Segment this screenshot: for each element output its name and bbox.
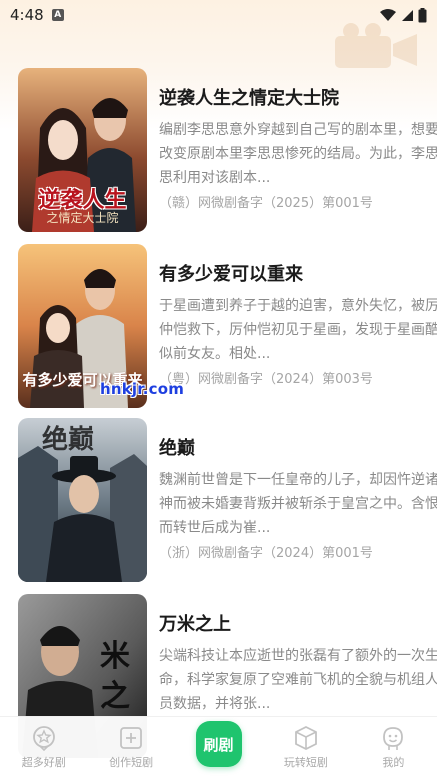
- add-square-icon: [120, 727, 143, 749]
- signal-icon: [402, 9, 413, 21]
- drama-card[interactable]: 绝巅 绝巅 魏渊前世曾是下一任皇帝的儿子，却因忤逆诸神而被未婚妻背叛并被斩杀于皇…: [18, 418, 437, 582]
- tab-explore[interactable]: 玩转短剧: [262, 717, 349, 776]
- drama-card[interactable]: 逆袭人生 之情定大士院 逆袭人生之情定大士院 编剧李思思意外穿越到自己写的剧本里…: [18, 68, 437, 232]
- drama-info: 万米之上 尖端科技让本应逝世的张磊有了额外的一次生命，科学家复原了空难前飞机的全…: [159, 594, 437, 716]
- wifi-icon: [380, 8, 396, 21]
- drama-license: （浙）网微剧备字（2024）第001号: [159, 546, 373, 561]
- battery-icon: [418, 7, 427, 22]
- drama-license: （赣）网微剧备字（2025）第001号: [159, 196, 373, 211]
- watch-drama-button[interactable]: 刷剧: [195, 721, 242, 767]
- svg-text:米: 米: [100, 639, 130, 674]
- drama-description: 于星画遭到养子于越的迫害，意外失忆，被厉仲恺救下，厉仲恺初见于星画，发现于星画酷…: [159, 298, 437, 362]
- status-bar: 4:48 A: [0, 0, 437, 30]
- drama-poster[interactable]: 绝巅: [18, 418, 147, 582]
- drama-description: 编剧李思思意外穿越到自己写的剧本里，想要改变原剧本里李思思惨死的结局。为此，李思…: [159, 122, 437, 186]
- svg-text:绝巅: 绝巅: [42, 424, 94, 455]
- star-badge-icon: [32, 726, 55, 751]
- smiley-icon: [383, 727, 404, 750]
- svg-text:之: 之: [100, 679, 130, 714]
- drama-info: 逆袭人生之情定大士院 编剧李思思意外穿越到自己写的剧本里，想要改变原剧本里李思思…: [159, 68, 437, 216]
- poster-art: 绝巅: [18, 418, 147, 582]
- tab-label: 我的: [382, 756, 405, 769]
- status-indicators: [380, 7, 427, 23]
- drama-description: 魏渊前世曾是下一任皇帝的儿子，却因忤逆诸神而被未婚妻背叛并被斩杀于皇宫之中。含恨…: [159, 472, 437, 536]
- bottom-tab-bar: 超多好剧 创作短剧 刷剧 玩转短剧 我的: [0, 716, 437, 776]
- tab-watch[interactable]: 刷剧: [175, 717, 262, 776]
- site-watermark: hnkjr.com: [100, 380, 185, 398]
- drama-title[interactable]: 万米之上: [159, 614, 437, 636]
- cube-icon: [295, 725, 317, 751]
- poster-subcaption: 之情定大士院: [46, 211, 119, 225]
- tab-label: 玩转短剧: [283, 756, 328, 769]
- drama-description: 尖端科技让本应逝世的张磊有了额外的一次生命，科学家复原了空难前飞机的全貌与机组人…: [159, 648, 437, 712]
- drama-title[interactable]: 绝巅: [159, 438, 437, 460]
- tab-profile[interactable]: 我的: [350, 717, 437, 776]
- drama-info: 有多少爱可以重来 于星画遭到养子于越的迫害，意外失忆，被厉仲恺救下，厉仲恺初见于…: [159, 244, 437, 392]
- drama-card[interactable]: 有多少爱可以重来 有多少爱可以重来 于星画遭到养子于越的迫害，意外失忆，被厉仲恺…: [18, 244, 437, 408]
- drama-info: 绝巅 魏渊前世曾是下一任皇帝的儿子，却因忤逆诸神而被未婚妻背叛并被斩杀于皇宫之中…: [159, 418, 437, 566]
- tab-create[interactable]: 创作短剧: [87, 717, 174, 776]
- drama-license: （粤）网微剧备字（2024）第003号: [159, 372, 373, 387]
- drama-title[interactable]: 逆袭人生之情定大士院: [159, 88, 437, 110]
- tab-recommended[interactable]: 超多好剧: [0, 717, 87, 776]
- drama-title[interactable]: 有多少爱可以重来: [159, 264, 437, 286]
- tab-label: 超多好剧: [21, 756, 66, 769]
- status-time: 4:48: [10, 6, 44, 24]
- tab-label: 创作短剧: [109, 756, 154, 769]
- notification-app-icon: A: [51, 9, 64, 21]
- drama-poster[interactable]: 逆袭人生 之情定大士院: [18, 68, 147, 232]
